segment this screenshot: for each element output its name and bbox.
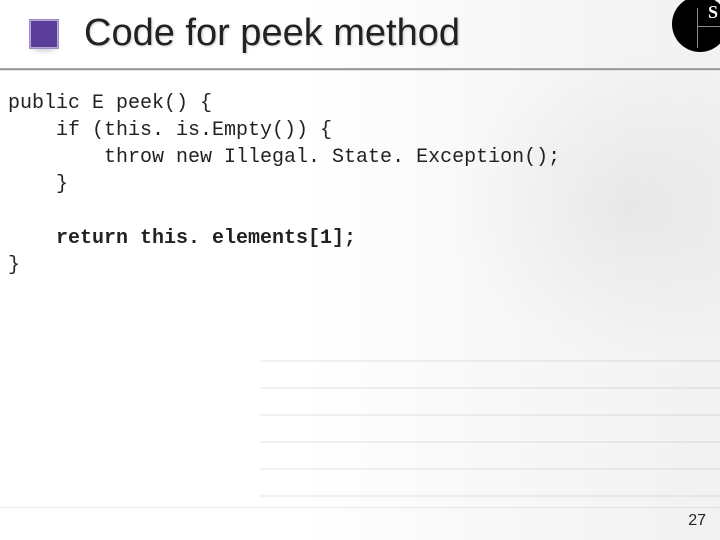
slide-title: Code for peek method	[84, 12, 460, 55]
code-line-4: }	[8, 173, 68, 196]
code-line-2: if (this. is.Empty()) {	[8, 119, 332, 142]
footer-separator	[0, 507, 720, 508]
title-underline	[0, 68, 720, 70]
title-bullet-square	[30, 20, 58, 48]
logo: S	[672, 0, 720, 52]
code-line-3: throw new Illegal. State. Exception();	[8, 146, 560, 169]
logo-letter: S	[708, 2, 718, 23]
code-block: public E peek() { if (this. is.Empty()) …	[8, 90, 560, 279]
code-line-6: return this. elements[1];	[8, 227, 356, 250]
slide-title-row: Code for peek method	[30, 12, 680, 55]
code-line-7: }	[8, 254, 20, 277]
page-number: 27	[688, 512, 706, 530]
logo-crosshair-h	[698, 26, 720, 27]
background-steps	[260, 360, 720, 510]
code-line-1: public E peek() {	[8, 92, 212, 115]
logo-crosshair-v	[697, 8, 698, 48]
